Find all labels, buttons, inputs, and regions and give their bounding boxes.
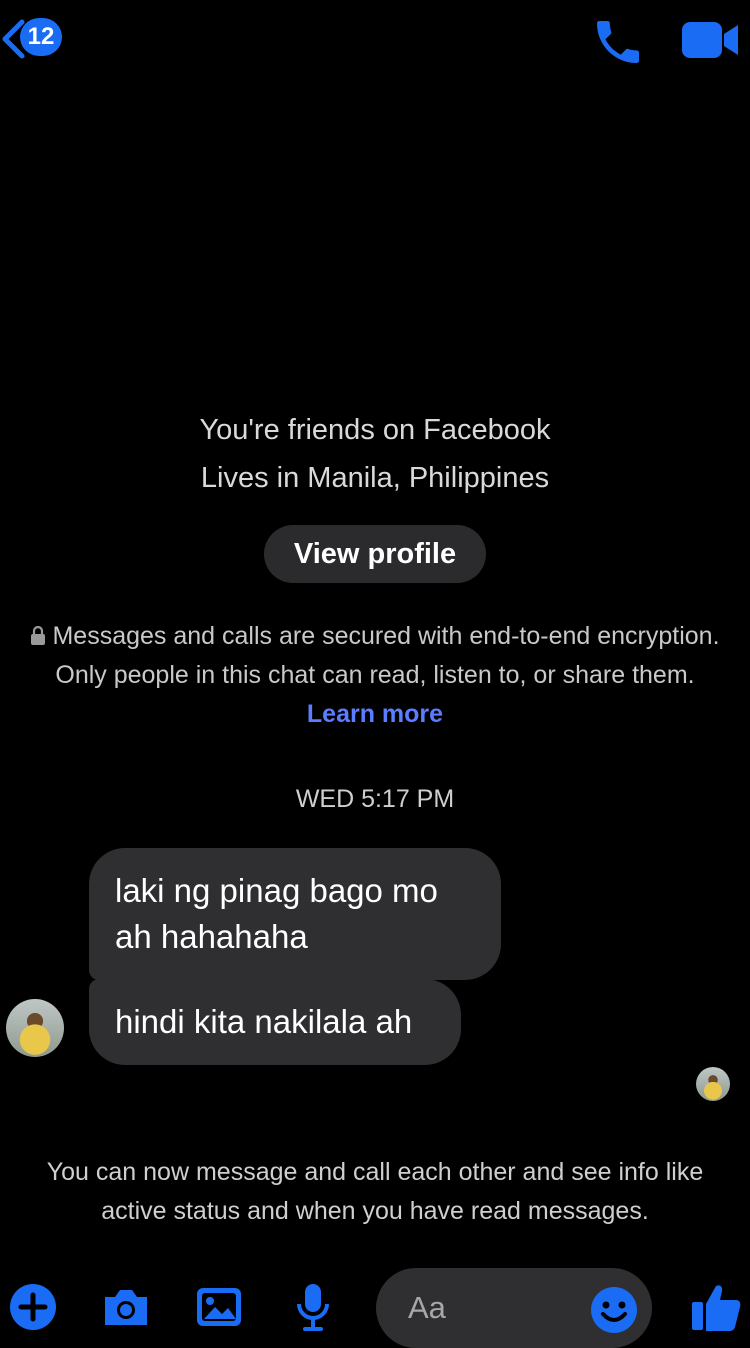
thumbs-up-icon (692, 1285, 741, 1331)
learn-more-link[interactable]: Learn more (307, 700, 443, 728)
location-info: Lives in Manila, Philippines (200, 462, 550, 494)
connection-notice: You can now message and call each other … (46, 1158, 704, 1225)
video-camera-icon (682, 22, 738, 58)
gallery-icon (197, 1288, 241, 1326)
message-bubble[interactable]: hindi kita nakilala ah (89, 979, 461, 1065)
camera-icon (105, 1290, 147, 1325)
friends-status: You're friends on Facebook (199, 414, 551, 446)
encryption-text: Messages and calls are secured with end-… (52, 622, 720, 689)
emoji-icon[interactable] (590, 1286, 638, 1334)
like-button[interactable] (690, 1282, 742, 1332)
contact-avatar[interactable] (6, 999, 64, 1057)
phone-icon (597, 21, 639, 63)
message-bubble[interactable]: laki ng pinag bago mo ah hahahaha (89, 848, 501, 980)
message-timestamp: WED 5:17 PM (295, 785, 455, 813)
gallery-button[interactable] (194, 1282, 244, 1332)
message-input-placeholder: Aa (408, 1290, 446, 1325)
lock-icon (31, 626, 46, 645)
read-receipt-avatar (696, 1067, 730, 1101)
microphone-icon (297, 1284, 329, 1331)
video-call-button[interactable] (680, 18, 740, 62)
view-profile-button[interactable]: View profile (264, 525, 486, 583)
voice-message-button[interactable] (288, 1282, 338, 1332)
call-button[interactable] (590, 14, 646, 70)
message-input[interactable]: Aa (376, 1268, 652, 1348)
unread-count-badge: 12 (20, 18, 62, 56)
back-button[interactable]: 12 (0, 14, 70, 64)
more-actions-button[interactable] (8, 1282, 58, 1332)
plus-icon (10, 1284, 56, 1330)
camera-button[interactable] (101, 1282, 151, 1332)
encryption-notice: Messages and calls are secured with end-… (20, 617, 730, 734)
